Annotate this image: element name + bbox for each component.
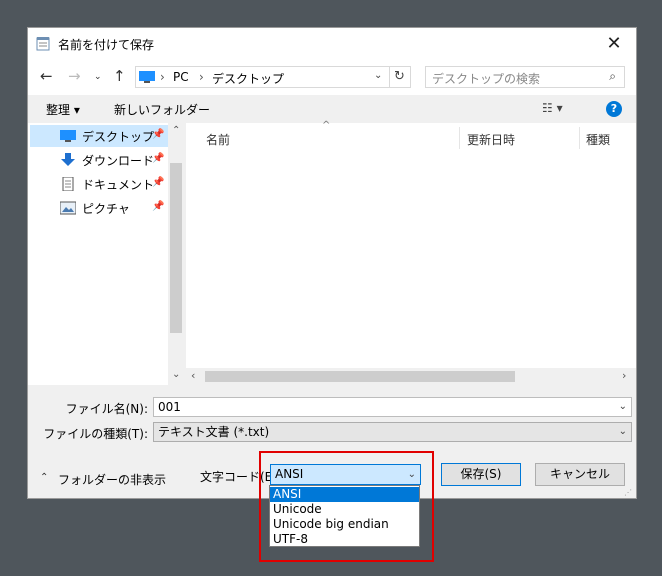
column-header-type[interactable]: 種類 [586,131,610,148]
scroll-right-icon[interactable]: › [622,369,626,382]
sidebar-item-documents[interactable]: ドキュメント [30,173,170,195]
up-button[interactable]: ↑ [113,67,126,85]
column-header-date[interactable]: 更新日時 [467,131,515,148]
filetype-select[interactable]: テキスト文書 (*.txt) ⌄ [153,422,632,442]
chevron-down-icon[interactable]: ⌄ [374,70,382,81]
breadcrumb-pc[interactable]: PC [173,70,189,84]
scroll-up-icon[interactable]: ⌃ [172,125,180,136]
address-bar[interactable]: › PC › デスクトップ ⌄ ↻ [135,66,411,88]
notepad-icon [36,37,50,51]
chevron-right-icon: › [160,70,165,84]
highlight-annotation-box [259,451,434,562]
sidebar-item-pictures[interactable]: ピクチャ [30,197,170,219]
filetype-value: テキスト文書 (*.txt) [158,425,270,439]
filetype-label: ファイルの種類(T): [43,427,148,441]
chevron-down-icon[interactable]: ⌄ [619,423,627,441]
scroll-down-icon[interactable]: ⌄ [172,369,180,380]
sidebar-scrollbar[interactable]: ⌃ ⌄ [168,123,185,385]
forward-button[interactable]: → [68,67,81,85]
window-title: 名前を付けて保存 [58,38,155,52]
new-folder-button[interactable]: 新しいフォルダー [114,101,210,118]
pin-icon[interactable]: 📌 [152,177,164,188]
recent-dropdown-button[interactable]: ⌄ [94,72,102,82]
sidebar-item-label: ピクチャ [82,201,130,216]
filename-input[interactable]: 001 ⌄ [153,397,632,417]
back-button[interactable]: ← [40,67,53,85]
navigation-pane: デスクトップ 📌 ダウンロード 📌 ドキュメント 📌 ピクチャ 📌 ⌃ ⌄ [28,123,185,385]
scrollbar-thumb[interactable] [205,371,515,382]
save-button[interactable]: 保存(S) [441,463,521,486]
sort-ascending-icon: ^ [322,120,331,131]
save-as-dialog: 名前を付けて保存 ✕ ← → ⌄ ↑ › PC › デスクトップ ⌄ ↻ デスク… [27,27,637,499]
chevron-up-icon[interactable]: ⌃ [40,472,48,483]
search-icon[interactable]: ⌕ [609,69,616,84]
pictures-icon [60,201,76,215]
pin-icon[interactable]: 📌 [152,201,164,212]
breadcrumb-desktop[interactable]: デスクトップ [212,70,284,87]
column-header-name[interactable]: 名前 [206,131,230,148]
sidebar-item-label: デスクトップ [82,129,155,144]
scroll-left-icon[interactable]: ‹ [191,369,195,382]
navigation-bar: ← → ⌄ ↑ › PC › デスクトップ ⌄ ↻ デスクトップの検索 ⌕ [28,59,636,95]
pin-icon[interactable]: 📌 [152,129,164,140]
close-button[interactable]: ✕ [592,28,636,59]
close-icon: ✕ [606,33,622,54]
organize-button[interactable]: 整理 ▾ [46,101,80,118]
resize-grip-icon[interactable]: ⋰ [624,488,632,497]
download-icon [61,153,75,166]
search-input[interactable]: デスクトップの検索 ⌕ [425,66,625,88]
file-list-pane: ^ 名前 更新日時 種類 [186,120,636,385]
chevron-down-icon[interactable]: ⌄ [619,398,627,416]
refresh-icon[interactable]: ↻ [394,69,405,84]
view-options-icon[interactable]: ☷ ▾ [542,101,563,115]
help-icon[interactable]: ? [606,101,622,117]
sidebar-item-label: ダウンロード [82,153,155,168]
cancel-button[interactable]: キャンセル [535,463,625,486]
hide-folders-button[interactable]: フォルダーの非表示 [58,471,166,488]
chevron-right-icon: › [199,70,204,84]
sidebar-item-desktop[interactable]: デスクトップ [30,125,168,147]
filename-value: 001 [158,400,181,414]
title-bar: 名前を付けて保存 ✕ [28,28,636,59]
filename-label: ファイル名(N): [65,402,148,416]
scrollbar-thumb[interactable] [170,163,182,333]
sidebar-item-downloads[interactable]: ダウンロード [30,149,170,171]
toolbar: 整理 ▾ 新しいフォルダー ☷ ▾ ? [28,95,636,123]
desktop-icon [60,130,76,142]
pc-icon [139,71,155,83]
document-icon [62,177,74,191]
pin-icon[interactable]: 📌 [152,153,164,164]
search-placeholder: デスクトップの検索 [432,72,541,86]
sidebar-item-label: ドキュメント [82,177,155,192]
horizontal-scrollbar[interactable]: ‹ › [186,368,636,385]
